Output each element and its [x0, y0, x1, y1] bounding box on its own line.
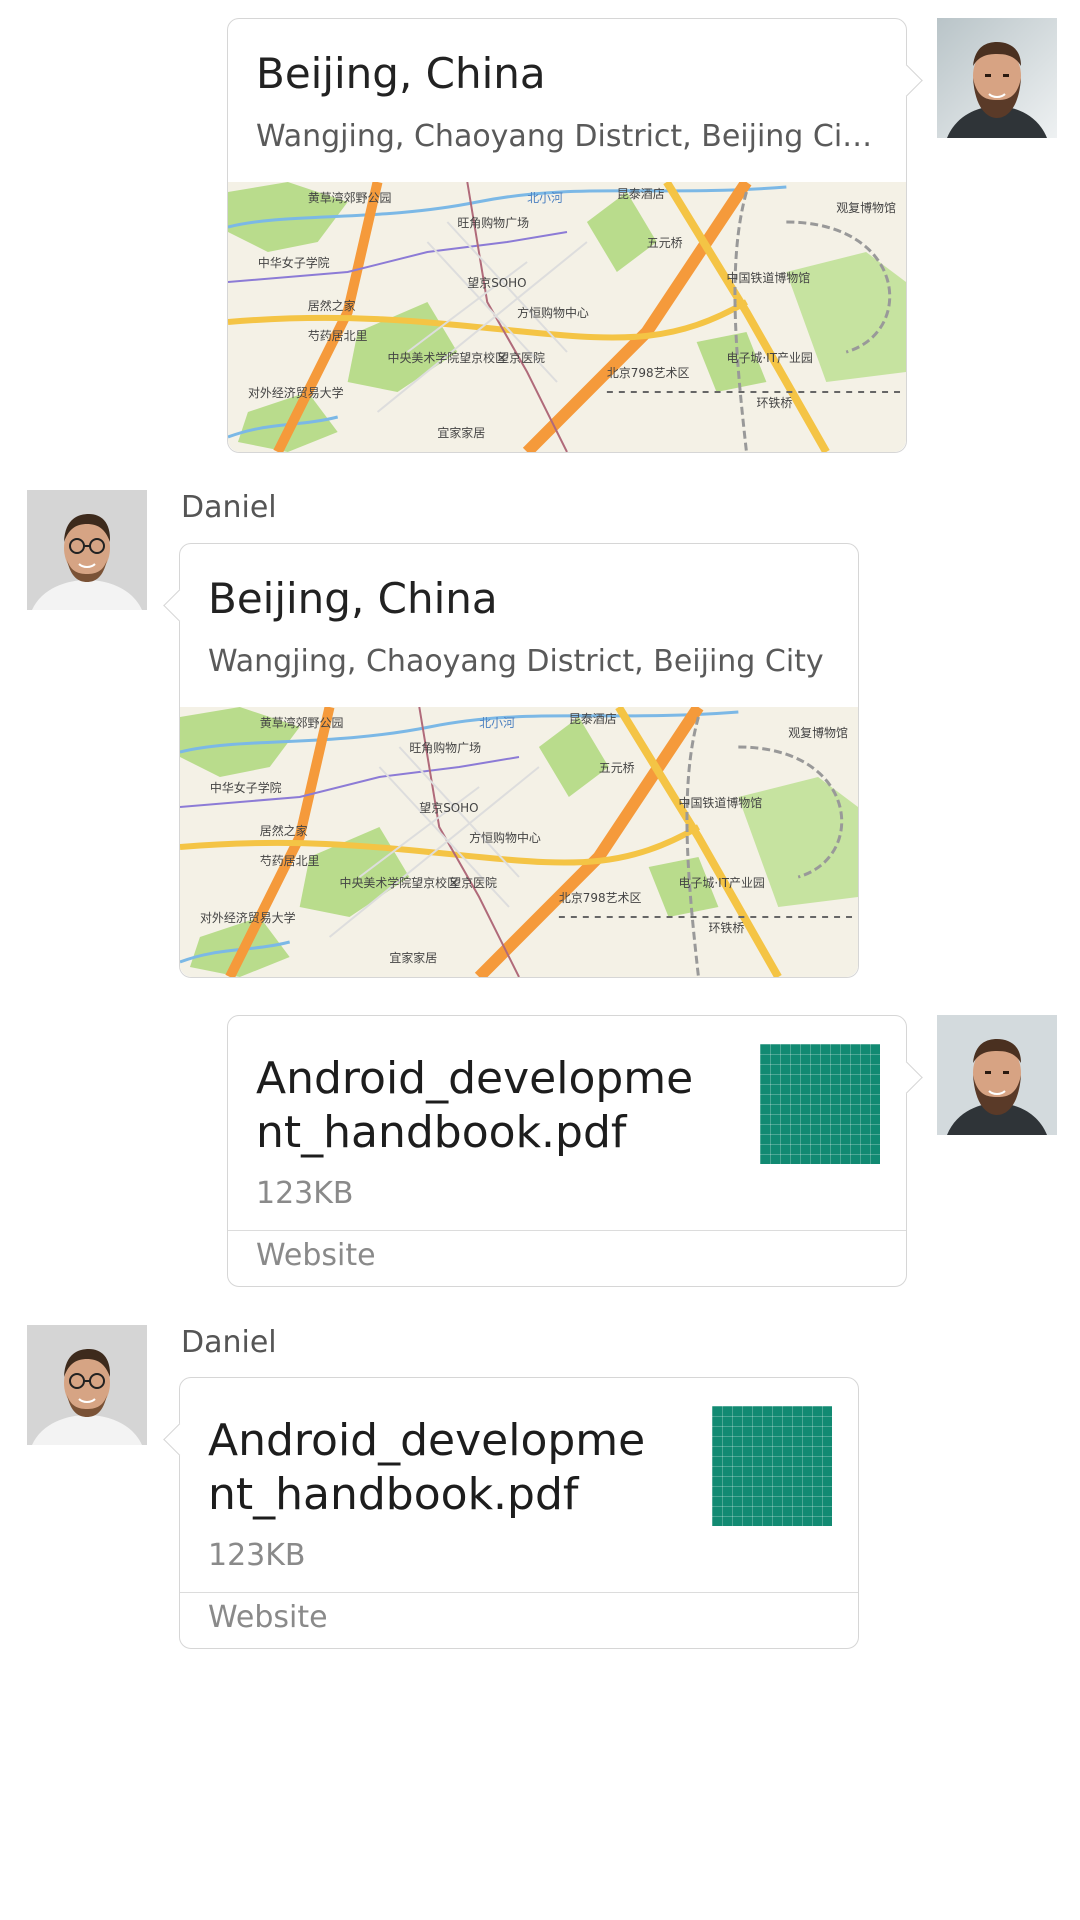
map-label: 望京医院 [497, 351, 545, 365]
map-label: 方恒购物中心 [469, 830, 541, 845]
map-label: 黄草湾郊野公园 [308, 190, 392, 205]
location-address: Wangjing, Chaoyang District, Beijing Cit… [256, 119, 881, 154]
map-label: 北小河 [479, 716, 515, 730]
map-label: 五元桥 [647, 236, 683, 250]
map-label: 中华女子学院 [210, 780, 282, 795]
map-label: 北小河 [527, 191, 563, 205]
file-size: 123KB [208, 1538, 306, 1573]
map-thumbnail[interactable]: 黄草湾郊野公园 昆泰酒店 观复博物馆 旺角购物广场 五元桥 中华女子学院 望京S… [228, 182, 906, 452]
map-label: 中央美术学院望京校区 [340, 875, 460, 890]
map-label: 宜家家居 [437, 425, 485, 440]
map-label: 黄草湾郊野公园 [260, 715, 344, 730]
map-label: 电子城·IT产业园 [727, 351, 813, 365]
map-label: 观复博物馆 [836, 200, 896, 215]
map-label: 中央美术学院望京校区 [388, 350, 508, 365]
man-with-glasses-avatar-icon [27, 1325, 147, 1445]
file-thumbnail-icon [712, 1406, 832, 1526]
avatar-daniel[interactable] [27, 1325, 147, 1445]
map-label: 旺角购物广场 [409, 740, 481, 755]
map-label: 望京SOHO [467, 276, 526, 290]
map-label: 昆泰酒店 [569, 712, 617, 726]
man-with-glasses-avatar-icon [27, 490, 147, 610]
map-label: 居然之家 [308, 298, 356, 313]
map-thumbnail[interactable]: 黄草湾郊野公园 昆泰酒店 观复博物馆 旺角购物广场 五元桥 中华女子学院 望京S… [180, 707, 858, 977]
file-thumbnail-icon [760, 1044, 880, 1164]
location-title: Beijing, China [208, 574, 498, 623]
map-label: 中国铁道博物馆 [727, 270, 811, 285]
map-label: 方恒购物中心 [517, 305, 589, 320]
map-label: 北京798艺术区 [607, 366, 690, 380]
avatar-me[interactable] [937, 1015, 1057, 1135]
bearded-man-avatar-icon [937, 18, 1057, 138]
map-label: 宜家家居 [389, 950, 437, 965]
file-source: Website [208, 1600, 328, 1635]
file-source: Website [256, 1238, 376, 1273]
divider [180, 1592, 858, 1593]
map-label: 五元桥 [599, 761, 635, 775]
map-label: 环铁桥 [756, 396, 792, 410]
map-label: 中国铁道博物馆 [679, 795, 763, 810]
map-label: 旺角购物广场 [457, 215, 529, 230]
sender-name: Daniel [181, 490, 277, 525]
file-size: 123KB [256, 1176, 354, 1211]
bearded-man-avatar-icon [937, 1015, 1057, 1135]
map-label: 望京医院 [449, 876, 497, 890]
map-label: 环铁桥 [708, 921, 744, 935]
location-message-incoming[interactable]: Beijing, China Wangjing, Chaoyang Distri… [179, 543, 859, 978]
map-label: 昆泰酒店 [617, 187, 665, 201]
map-label: 芍药居北里 [308, 329, 368, 343]
map-label: 居然之家 [260, 823, 308, 838]
map-label: 对外经济贸易大学 [248, 385, 344, 400]
map-label: 对外经济贸易大学 [200, 910, 296, 925]
map-label: 电子城·IT产业园 [679, 876, 765, 890]
file-message-outgoing[interactable]: Android_development_handbook.pdf 123KB W… [227, 1015, 907, 1287]
map-label: 北京798艺术区 [559, 891, 642, 905]
file-name: Android_development_handbook.pdf [256, 1053, 694, 1158]
file-message-incoming[interactable]: Android_development_handbook.pdf 123KB W… [179, 1377, 859, 1649]
location-title: Beijing, China [256, 49, 546, 98]
map-label: 观复博物馆 [788, 725, 848, 740]
map-image: 黄草湾郊野公园 昆泰酒店 观复博物馆 旺角购物广场 五元桥 中华女子学院 望京S… [180, 707, 858, 977]
avatar-me[interactable] [937, 18, 1057, 138]
map-label: 望京SOHO [419, 801, 478, 815]
map-label: 中华女子学院 [258, 255, 330, 270]
map-image: 黄草湾郊野公园 昆泰酒店 观复博物馆 旺角购物广场 五元桥 中华女子学院 望京S… [228, 182, 906, 452]
location-address: Wangjing, Chaoyang District, Beijing Cit… [208, 644, 824, 679]
avatar-daniel[interactable] [27, 490, 147, 610]
divider [228, 1230, 906, 1231]
sender-name: Daniel [181, 1325, 277, 1360]
file-name: Android_development_handbook.pdf [208, 1415, 646, 1520]
location-message-outgoing[interactable]: Beijing, China Wangjing, Chaoyang Distri… [227, 18, 907, 453]
map-label: 芍药居北里 [260, 854, 320, 868]
